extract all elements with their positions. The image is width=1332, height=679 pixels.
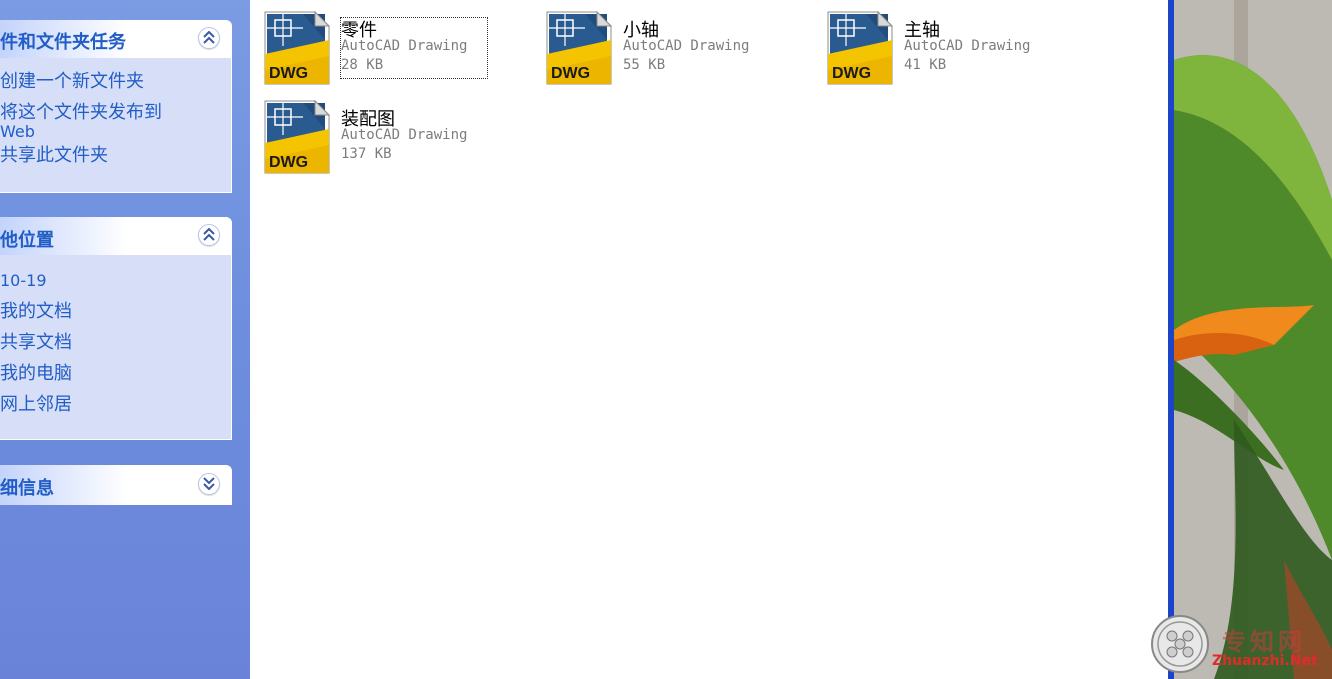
dwg-file-icon: DWG — [263, 10, 331, 86]
file-size: 55 KB — [623, 57, 666, 73]
file-list-area[interactable]: DWG 零件 AutoCAD Drawing 28 KB DWG 小轴 Auto… — [251, 0, 1171, 679]
other-places-header[interactable]: 他位置 — [0, 217, 232, 255]
file-type: AutoCAD Drawing — [623, 38, 750, 54]
details-panel: 细信息 — [0, 465, 232, 505]
place-my-documents[interactable]: 我的文档 — [0, 300, 231, 324]
watermark-logo-icon — [1150, 614, 1210, 674]
place-shared-documents[interactable]: 共享文档 — [0, 331, 231, 355]
details-title: 细信息 — [0, 478, 54, 499]
file-item-part[interactable]: DWG 零件 AutoCAD Drawing 28 KB — [251, 0, 501, 85]
desktop-wallpaper — [1174, 0, 1332, 679]
publish-web-link-cont[interactable]: Web — [0, 124, 231, 140]
file-item-main-shaft[interactable]: DWG 主轴 AutoCAD Drawing 41 KB — [814, 0, 1064, 85]
dwg-file-icon: DWG — [826, 10, 894, 86]
svg-text:DWG: DWG — [551, 65, 590, 82]
expand-down-icon[interactable] — [198, 473, 220, 495]
file-tasks-title: 件和文件夹任务 — [0, 32, 126, 53]
place-my-computer[interactable]: 我的电脑 — [0, 362, 231, 386]
place-folder-10-19[interactable]: 10-19 — [0, 269, 231, 293]
publish-web-link[interactable]: 将这个文件夹发布到 — [0, 102, 231, 124]
file-tasks-header[interactable]: 件和文件夹任务 — [0, 20, 232, 58]
file-item-small-shaft[interactable]: DWG 小轴 AutoCAD Drawing 55 KB — [533, 0, 783, 85]
collapse-up-icon[interactable] — [198, 27, 220, 49]
dwg-file-icon: DWG — [263, 99, 331, 175]
svg-text:DWG: DWG — [269, 154, 308, 171]
focus-rectangle — [340, 17, 488, 79]
share-folder-link[interactable]: 共享此文件夹 — [0, 144, 231, 168]
other-places-title: 他位置 — [0, 230, 54, 251]
file-tasks-body: 创建一个新文件夹 将这个文件夹发布到 Web 共享此文件夹 — [0, 58, 232, 193]
svg-text:DWG: DWG — [832, 65, 871, 82]
dwg-file-icon: DWG — [545, 10, 613, 86]
place-network[interactable]: 网上邻居 — [0, 393, 231, 417]
new-folder-link[interactable]: 创建一个新文件夹 — [0, 70, 231, 94]
watermark-cn-text: 专知网 — [1222, 628, 1306, 656]
collapse-up-icon[interactable] — [198, 224, 220, 246]
watermark-site-text: Zhuanzhi.Net — [1212, 653, 1318, 669]
other-places-panel: 他位置 10-19 我的文档 共享文档 我的电脑 网上邻居 — [0, 217, 232, 440]
svg-text:DWG: DWG — [269, 65, 308, 82]
file-size: 137 KB — [341, 146, 392, 162]
other-places-body: 10-19 我的文档 共享文档 我的电脑 网上邻居 — [0, 255, 232, 440]
file-tasks-panel: 件和文件夹任务 创建一个新文件夹 将这个文件夹发布到 Web 共享此文件夹 — [0, 20, 232, 193]
task-pane: 件和文件夹任务 创建一个新文件夹 将这个文件夹发布到 Web 共享此文件夹 他位… — [0, 0, 250, 679]
file-item-assembly[interactable]: DWG 装配图 AutoCAD Drawing 137 KB — [251, 89, 501, 174]
file-type: AutoCAD Drawing — [904, 38, 1031, 54]
file-type: AutoCAD Drawing — [341, 127, 468, 143]
details-header[interactable]: 细信息 — [0, 465, 232, 505]
file-size: 41 KB — [904, 57, 947, 73]
